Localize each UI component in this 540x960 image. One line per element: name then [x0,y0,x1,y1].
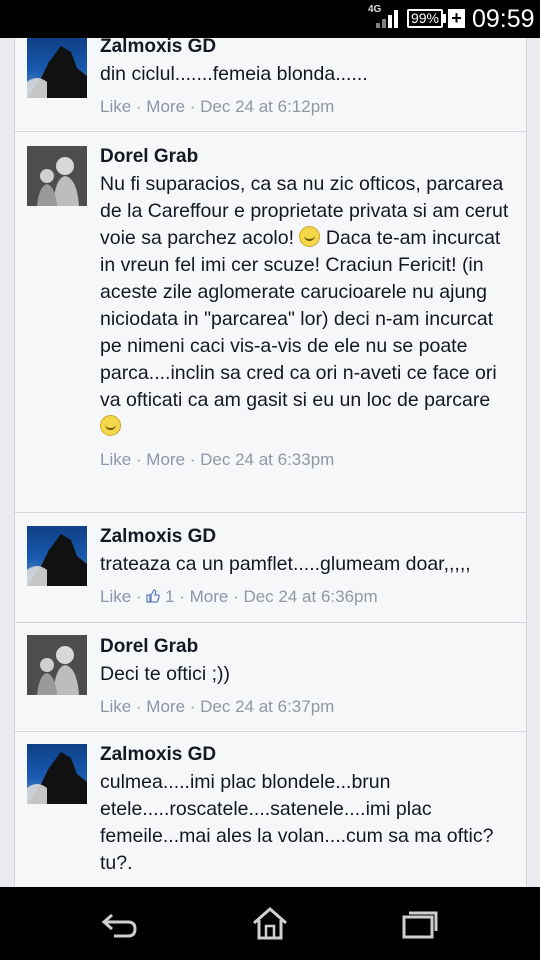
thumbs-up-icon [146,589,161,603]
comment-author[interactable]: Zalmoxis GD [100,744,512,766]
navigation-bar [0,887,540,960]
comment: Dorel Grab Deci te oftici ;)) Like · Mor… [15,623,526,732]
battery-level: 99% [410,10,440,26]
signal-icon [376,10,398,28]
more-link[interactable]: More [146,450,185,469]
battery-icon: 99% [407,9,443,28]
comment-text: Nu fi suparacios, ca sa nu zic ofticos, … [100,171,512,441]
comment-meta: Like · More · Dec 24 at 6:12pm [100,97,335,116]
home-icon[interactable] [250,905,290,941]
comment-author[interactable]: Dorel Grab [100,146,512,168]
comment: Dorel Grab Nu fi suparacios, ca sa nu zi… [15,132,526,513]
avatar[interactable] [27,744,87,804]
more-link[interactable]: More [146,97,185,116]
timestamp[interactable]: Dec 24 at 6:33pm [200,450,334,469]
comment-text-part: Daca te-am incurcat in vreun fel imi cer… [100,227,501,411]
charging-icon: + [448,9,465,28]
recent-apps-icon[interactable] [400,905,440,941]
like-link[interactable]: Like [100,97,131,116]
comment-meta: Like · 1 · More · Dec 24 at 6:36pm [100,587,378,606]
like-link[interactable]: Like [100,587,131,606]
comment: Zalmoxis GD trateaza ca un pamflet.....g… [15,513,526,623]
timestamp[interactable]: Dec 24 at 6:12pm [200,97,334,116]
avatar[interactable] [27,526,87,586]
comment-text: din ciclul.......femeia blonda...... [100,63,368,85]
avatar[interactable] [27,38,87,98]
like-count[interactable]: 1 [165,587,174,606]
more-link[interactable]: More [190,587,229,606]
battery-tip [443,14,446,23]
comment: Zalmoxis GD culmea.....imi plac blondele… [15,732,526,887]
comment-meta: Like · More · Dec 24 at 6:37pm [100,697,335,716]
comment-text: trateaza ca un pamflet.....glumeam doar,… [100,553,471,575]
comment-feed[interactable]: Zalmoxis GD din ciclul.......femeia blon… [14,38,527,887]
more-link[interactable]: More [146,697,185,716]
comment-author[interactable]: Zalmoxis GD [100,38,512,58]
back-icon[interactable] [100,905,140,941]
comment-text: culmea.....imi plac blondele...brun etel… [100,771,494,874]
like-link[interactable]: Like [100,697,131,716]
status-bar: 4G 99% + 09:59 [0,0,540,38]
comment: Zalmoxis GD din ciclul.......femeia blon… [15,38,526,132]
comment-text: Deci te oftici ;)) [100,663,231,685]
like-link[interactable]: Like [100,450,131,469]
comment-meta: Like · More · Dec 24 at 6:33pm [100,450,335,469]
comment-author[interactable]: Zalmoxis GD [100,526,512,548]
clock: 09:59 [472,5,535,33]
timestamp[interactable]: Dec 24 at 6:37pm [200,697,334,716]
comment-author[interactable]: Dorel Grab [100,636,512,658]
avatar[interactable] [27,635,87,695]
smiley-emoji-icon [299,226,321,247]
smiley-emoji-icon [100,415,121,436]
timestamp[interactable]: Dec 24 at 6:36pm [243,587,377,606]
avatar[interactable] [27,146,87,206]
